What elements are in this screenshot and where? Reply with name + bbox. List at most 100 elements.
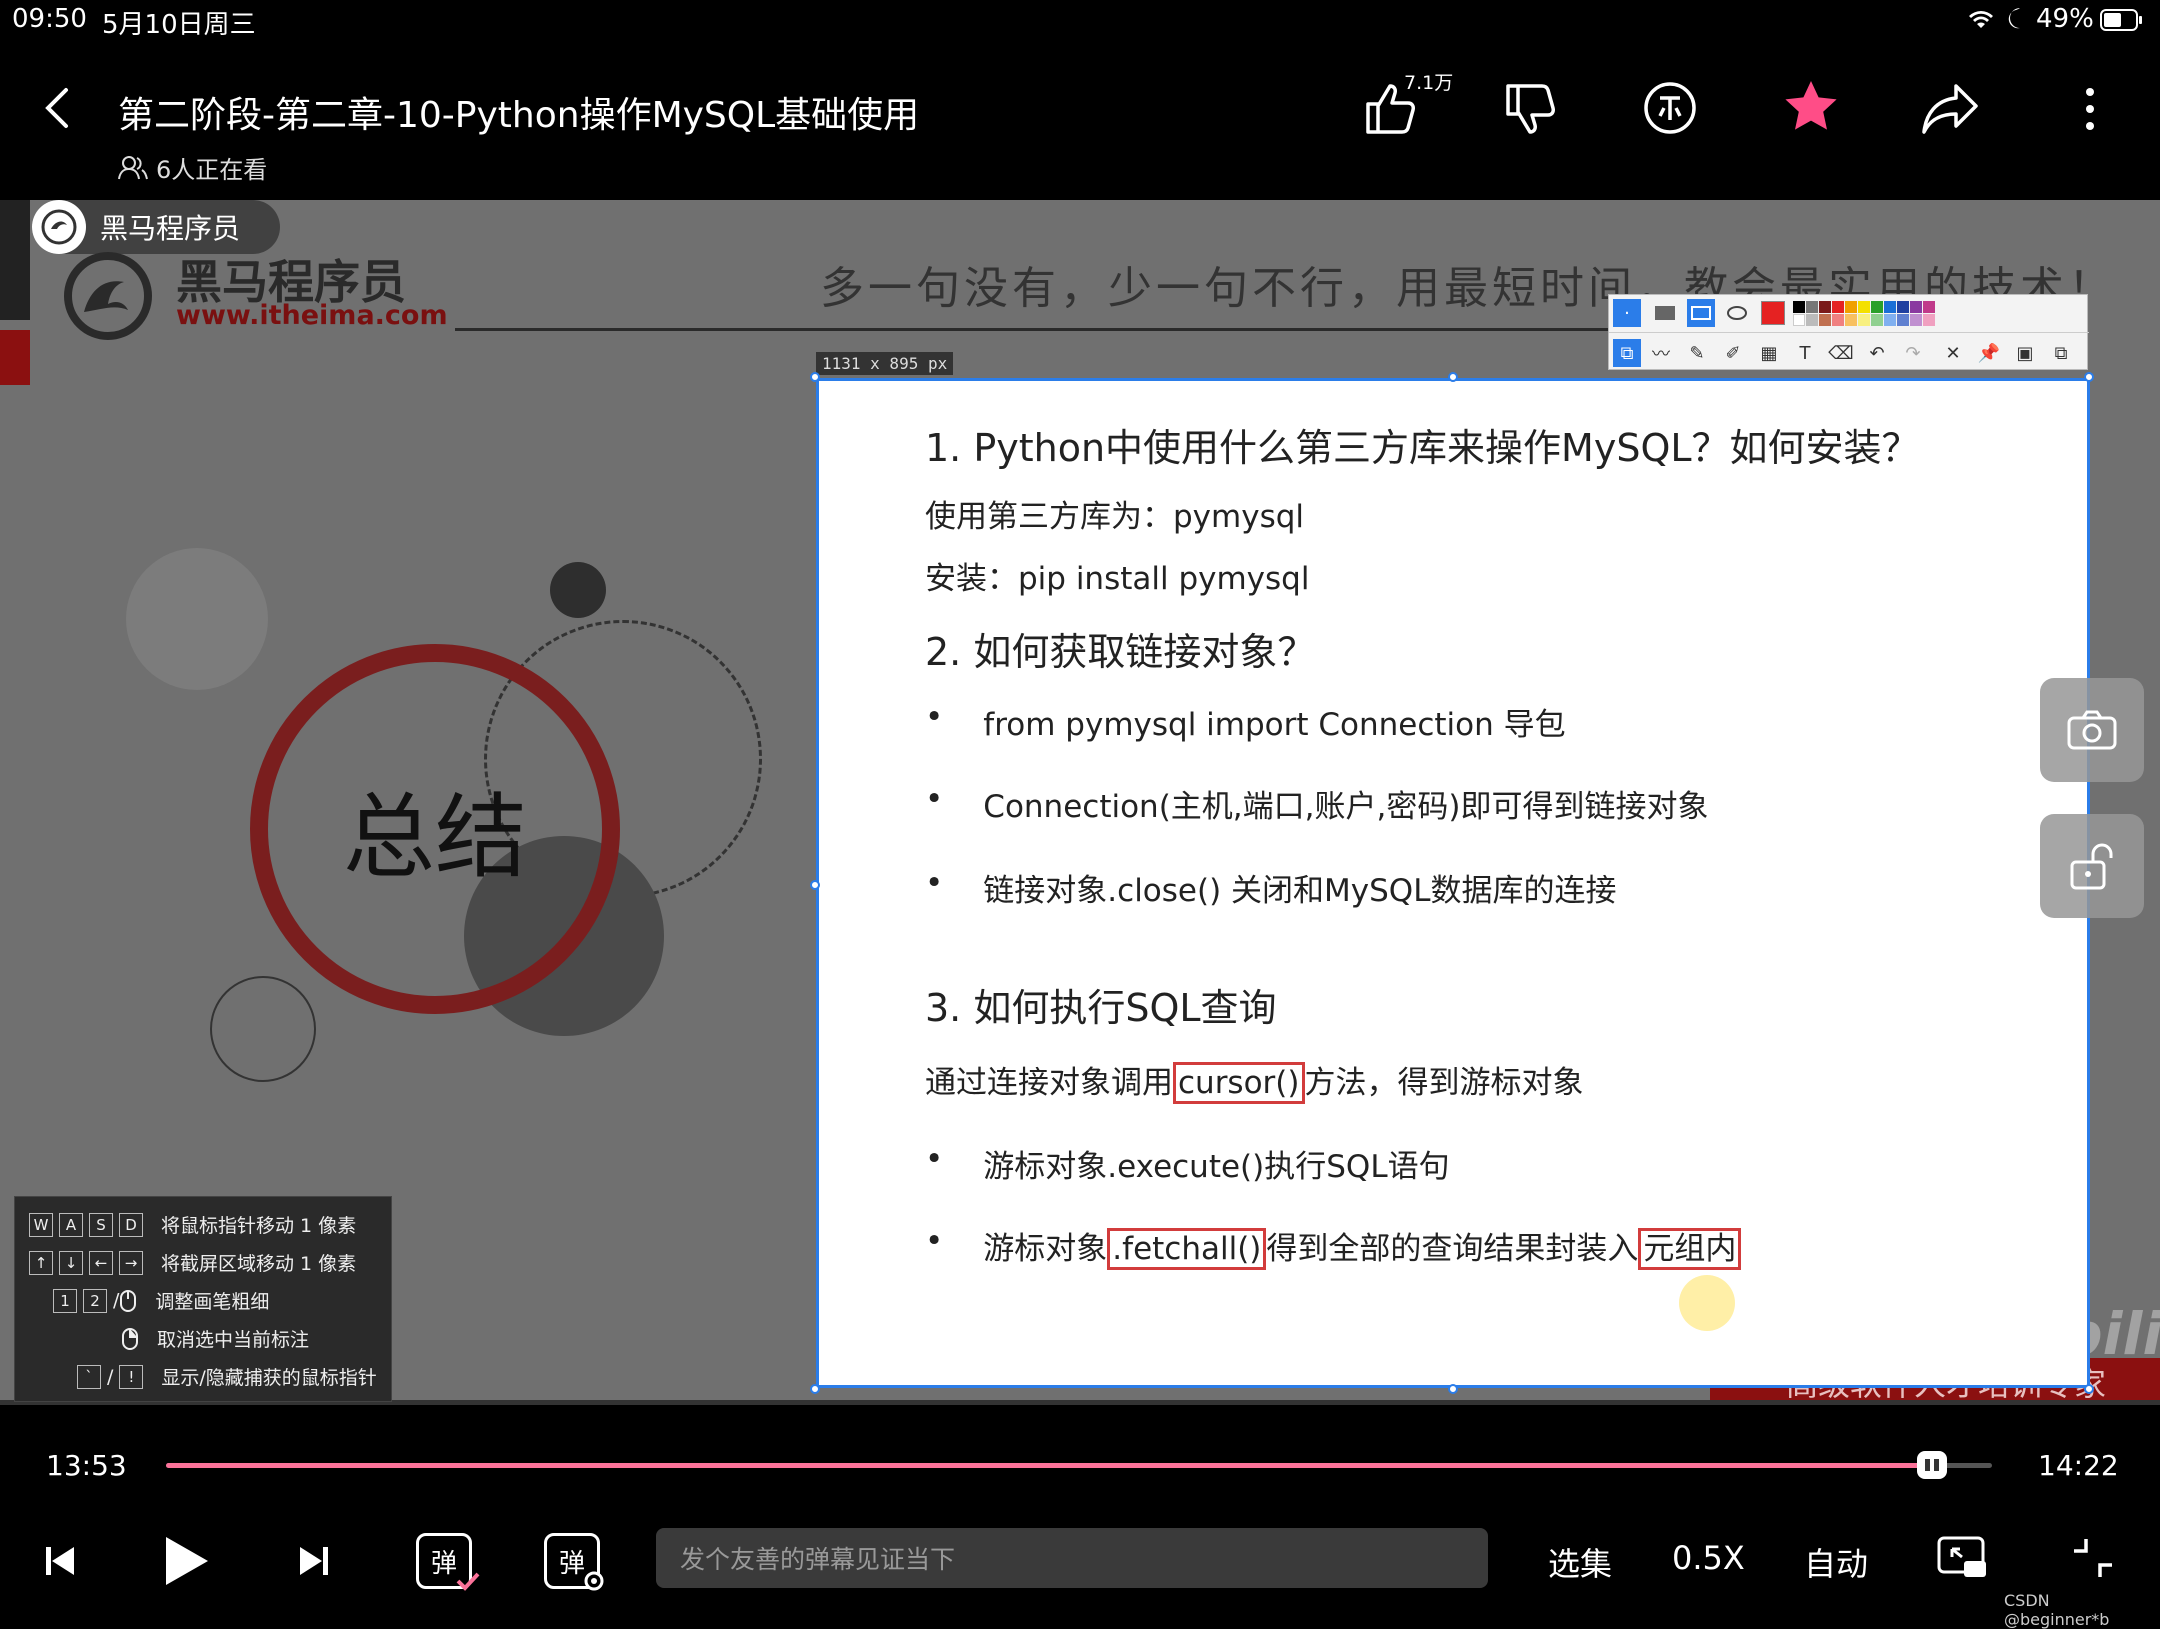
bullet: • xyxy=(925,1141,944,1177)
pip-button[interactable] xyxy=(1936,1535,1990,1581)
line-tool-icon[interactable]: 〰 xyxy=(1647,339,1675,367)
close-icon[interactable]: ✕ xyxy=(1939,339,1967,367)
episodes-button[interactable]: 选集 xyxy=(1548,1539,1612,1585)
camera-icon xyxy=(2067,710,2117,750)
bullet: • xyxy=(925,1223,944,1259)
answer-3-item: • 游标对象.execute()执行SQL语句 xyxy=(925,1141,1450,1186)
viewer-count-text: 6人正在看 xyxy=(156,156,268,184)
captured-document[interactable]: 1. Python中使用什么第三方库来操作MySQL？如何安装？ 使用第三方库为… xyxy=(816,378,2090,1388)
coin-button[interactable] xyxy=(1640,78,1700,138)
danmaku-on-check-icon xyxy=(456,1571,480,1591)
text-tool-icon[interactable]: T xyxy=(1791,339,1819,367)
help-row: 12 / 调整画笔粗细 xyxy=(53,1287,269,1314)
progress-track[interactable] xyxy=(166,1463,1992,1468)
eraser-tool-icon[interactable]: ⌫ xyxy=(1827,339,1855,367)
answer-3-text: 通过连接对象调用 xyxy=(925,1065,1173,1101)
danmaku-input[interactable]: 发个友善的弹幕见证当下 xyxy=(656,1528,1488,1588)
resize-handle[interactable] xyxy=(2084,372,2094,382)
copy-icon[interactable]: ⧉ xyxy=(2047,339,2075,367)
mosaic-tool-icon[interactable] xyxy=(1651,299,1679,327)
help-row: ↑ ↓ ← → 将截屏区域移动 1 像素 xyxy=(29,1249,356,1276)
ellipse-tool-icon[interactable] xyxy=(1723,299,1751,327)
save-icon[interactable]: ▣ xyxy=(2011,339,2039,367)
resize-handle[interactable] xyxy=(810,1384,820,1394)
rectangle-tool-icon[interactable] xyxy=(1687,299,1715,327)
resize-handle[interactable] xyxy=(810,880,820,890)
viewers-icon xyxy=(118,155,148,181)
back-button[interactable] xyxy=(38,84,78,132)
annotation-box: .fetchall() xyxy=(1107,1228,1267,1270)
share-button[interactable] xyxy=(1920,80,1982,136)
channel-avatar xyxy=(32,200,86,254)
undo-icon[interactable]: ↶ xyxy=(1863,339,1891,367)
favorite-button[interactable] xyxy=(1780,76,1842,138)
play-icon xyxy=(166,1537,208,1585)
resize-handle[interactable] xyxy=(1448,1384,1458,1394)
quality-button[interactable]: 自动 xyxy=(1804,1539,1868,1585)
mouse-right-icon xyxy=(121,1327,139,1351)
bullet: • xyxy=(925,699,944,735)
key-cap: ↓ xyxy=(59,1250,83,1275)
previous-button[interactable] xyxy=(42,1543,78,1579)
answer-3-text: 游标对象 xyxy=(983,1231,1108,1267)
color-palette[interactable] xyxy=(1793,301,1935,326)
marker-tool-icon[interactable]: ✐ xyxy=(1719,339,1747,367)
wifi-icon xyxy=(1966,6,1996,30)
channel-name: 黑马程序员 xyxy=(100,212,241,245)
progress-thumb[interactable] xyxy=(1916,1451,1947,1479)
resize-handle[interactable] xyxy=(810,372,820,382)
exit-fullscreen-button[interactable] xyxy=(2070,1535,2116,1581)
mosaic-brush-icon[interactable]: ▦ xyxy=(1755,339,1783,367)
more-menu-button[interactable] xyxy=(2080,84,2100,134)
select-tool-icon[interactable]: ⧉ xyxy=(1613,339,1641,367)
deco-circle xyxy=(550,562,606,618)
annotation-box-selected[interactable]: 元组内 xyxy=(1638,1228,1742,1270)
status-date: 5月10日周三 xyxy=(102,10,256,40)
total-time: 14:22 xyxy=(2038,1449,2119,1482)
viewer-count: 6人正在看 xyxy=(118,150,267,185)
answer-2-item: • Connection(主机,端口,账户,密码)即可得到链接对象 xyxy=(925,781,1708,826)
key-cap: ↑ xyxy=(29,1250,53,1275)
battery-icon xyxy=(2100,8,2144,32)
pen-size-button[interactable]: · xyxy=(1613,299,1641,327)
summary-circle: 总结 xyxy=(250,644,620,1014)
answer-3-item-text: 游标对象 .fetchall() 得到全部的查询结果封装入 元组内 xyxy=(983,1223,1742,1270)
play-button[interactable] xyxy=(160,1533,212,1589)
help-row: WASD 将鼠标指针移动 1 像素 xyxy=(29,1211,356,1238)
like-count: 7.1万 xyxy=(1404,72,1454,94)
horse-logo-icon xyxy=(54,250,166,340)
key-cap: ← xyxy=(89,1250,113,1275)
help-text: 将鼠标指针移动 1 像素 xyxy=(161,1215,357,1237)
question-3: 3. 如何执行SQL查询 xyxy=(925,986,1277,1030)
answer-3-item: • 游标对象 .fetchall() 得到全部的查询结果封装入 元组内 xyxy=(925,1223,1742,1270)
battery-percent: 49% xyxy=(2036,4,2094,34)
annotation-toolbar: · ⧉ 〰 ✎ ✐ ▦ T ⌫ ↶ ↷ ✕ 📌 ▣ ⧉ xyxy=(1608,294,2089,370)
pin-icon[interactable]: 📌 xyxy=(1975,339,2003,367)
screen-lock-button[interactable] xyxy=(2040,814,2144,918)
answer-1-install: 安装：pip install pymysql xyxy=(925,561,1310,597)
deco-circle xyxy=(210,976,316,1082)
bullet: • xyxy=(925,781,944,817)
answer-2-item-text: from pymysql import Connection 导包 xyxy=(983,707,1566,743)
player-controls: 13:53 14:22 弹 弹 发个友善的弹幕见证当下 选集 0.5X 自动 C… xyxy=(0,1405,2160,1629)
picture-in-picture-icon xyxy=(1937,1536,1986,1577)
deco-circle xyxy=(126,548,268,690)
resize-handle[interactable] xyxy=(1448,372,1458,382)
moon-icon xyxy=(2006,6,2028,30)
video-title: 第二阶段-第二章-10-Python操作MySQL基础使用 xyxy=(118,95,920,136)
answer-2-item-text: 链接对象.close() 关闭和MySQL数据库的连接 xyxy=(983,873,1617,909)
next-button[interactable] xyxy=(296,1543,332,1579)
color-picker-current[interactable] xyxy=(1761,301,1785,325)
shortcut-help-panel: WASD 将鼠标指针移动 1 像素 ↑ ↓ ← → 将截屏区域移动 1 像素 12 /… xyxy=(14,1196,392,1402)
dislike-button[interactable] xyxy=(1500,80,1560,140)
answer-1-library: 使用第三方库为：pymysql xyxy=(925,499,1305,535)
key-cap: ` xyxy=(77,1364,101,1389)
help-text: 取消选中当前标注 xyxy=(157,1329,310,1351)
redo-icon[interactable]: ↷ xyxy=(1899,339,1927,367)
answer-3-item-text: 游标对象.execute()执行SQL语句 xyxy=(983,1149,1450,1185)
screenshot-button[interactable] xyxy=(2040,678,2144,782)
current-time: 13:53 xyxy=(46,1449,127,1482)
speed-button[interactable]: 0.5X xyxy=(1672,1539,1745,1577)
pencil-tool-icon[interactable]: ✎ xyxy=(1683,339,1711,367)
resize-handle[interactable] xyxy=(2084,1384,2094,1394)
